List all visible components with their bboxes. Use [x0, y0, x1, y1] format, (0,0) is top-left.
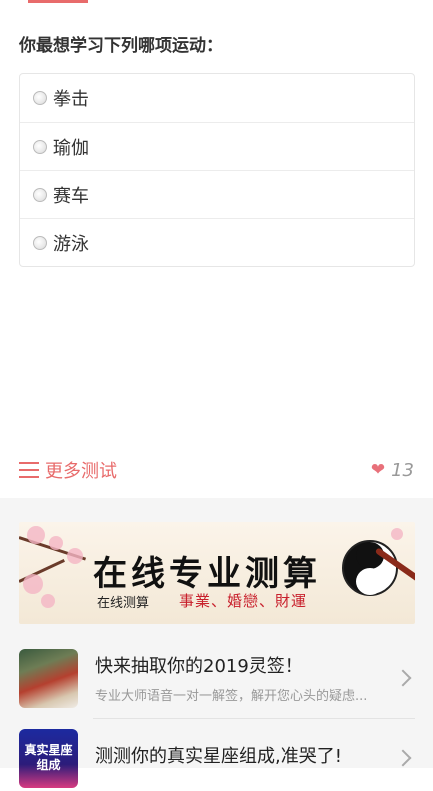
- radio-button[interactable]: [33, 235, 47, 250]
- more-tests-label: 更多测试: [45, 461, 117, 482]
- option-swimming[interactable]: 游泳: [20, 218, 414, 266]
- like-button[interactable]: ❤ 13: [371, 460, 414, 481]
- option-label: 赛车: [53, 185, 89, 207]
- menu-icon: [19, 462, 39, 478]
- blossom-decoration: [67, 548, 83, 564]
- option-yoga[interactable]: 瑜伽: [20, 122, 414, 170]
- more-tests-bar: 更多测试 ❤ 13: [0, 445, 433, 495]
- blossom-decoration: [41, 594, 55, 608]
- blossom-decoration: [27, 526, 45, 544]
- recommendation-item[interactable]: 快来抽取你的2019灵签！ 专业大师语音一对一解签，解开您心头的疑虑...: [19, 645, 415, 711]
- yin-yang-icon: [342, 540, 398, 596]
- thumbnail-text: 真实星座组成: [24, 742, 73, 772]
- top-accent-bar: [28, 0, 88, 3]
- recommendation-item[interactable]: 真实星座组成 测测你的真实星座组成,准哭了!: [19, 725, 415, 791]
- options-list: 拳击 瑜伽 赛车 游泳: [19, 73, 415, 267]
- blossom-decoration: [49, 536, 63, 550]
- banner-tags: 事業、婚戀、財運: [179, 592, 308, 610]
- quiz-section: 你最想学习下列哪项运动： 拳击 瑜伽 赛车 游泳: [19, 30, 415, 267]
- blossom-decoration: [391, 528, 403, 540]
- option-boxing[interactable]: 拳击: [20, 74, 414, 122]
- blossom-decoration: [23, 574, 43, 594]
- option-label: 瑜伽: [53, 137, 89, 159]
- option-racing[interactable]: 赛车: [20, 170, 414, 218]
- banner-title: 在线专业测算: [93, 554, 321, 594]
- chevron-right-icon: [394, 749, 412, 767]
- more-tests-button[interactable]: 更多测试: [19, 457, 117, 483]
- like-count: 13: [391, 459, 414, 481]
- fortune-sticks-thumbnail: [19, 648, 78, 708]
- item-title: 快来抽取你的2019灵签！: [95, 656, 303, 677]
- fortune-banner[interactable]: 在线专业测算 在线测算 事業、婚戀、財運: [19, 522, 415, 624]
- option-label: 游泳: [53, 233, 89, 255]
- question-title: 你最想学习下列哪项运动：: [19, 36, 223, 56]
- radio-button[interactable]: [33, 139, 47, 154]
- radio-button[interactable]: [33, 91, 47, 105]
- item-title: 测测你的真实星座组成,准哭了!: [95, 745, 342, 767]
- chevron-right-icon: [394, 669, 412, 687]
- item-description: 专业大师语音一对一解签，解开您心头的疑虑...: [95, 689, 368, 704]
- heart-icon: ❤: [370, 460, 386, 480]
- list-divider: [93, 718, 415, 719]
- option-label: 拳击: [53, 89, 89, 110]
- radio-button[interactable]: [33, 187, 47, 202]
- banner-subtitle: 在线测算: [97, 596, 150, 611]
- zodiac-thumbnail: 真实星座组成: [19, 728, 78, 788]
